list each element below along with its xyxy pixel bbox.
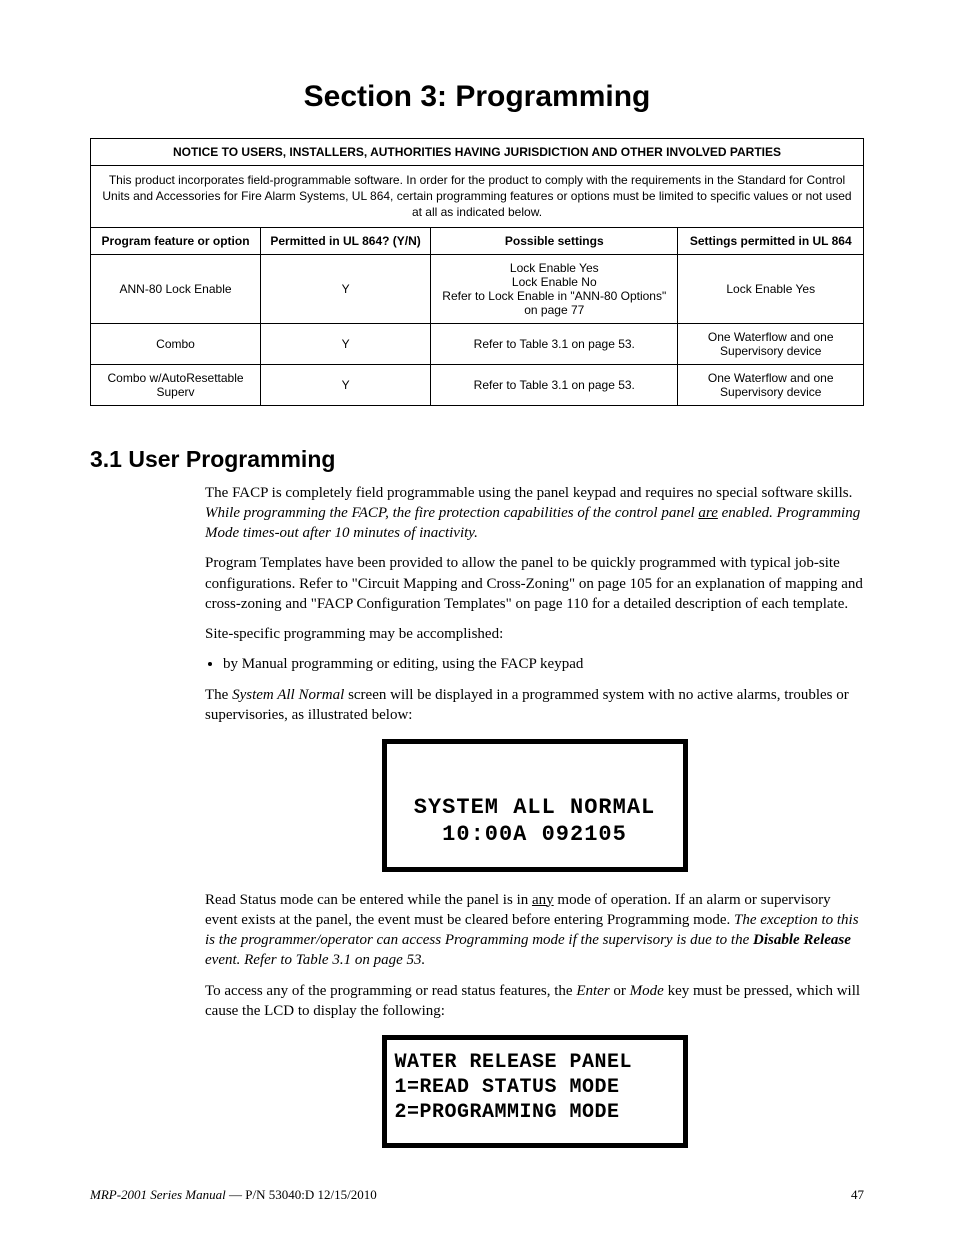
cell-settings: One Waterflow and one Supervisory device — [678, 364, 864, 405]
para-1: The FACP is completely field programmabl… — [205, 483, 864, 544]
text-italic: System All Normal — [232, 687, 344, 703]
table-row: Combo w/AutoResettable Superv Y Refer to… — [91, 364, 864, 405]
text: Read Status mode can be entered while th… — [205, 892, 532, 908]
list-item: by Manual programming or editing, using … — [223, 654, 864, 674]
text-underline: any — [532, 892, 554, 908]
text-italic: Mode — [630, 983, 664, 999]
text: The — [205, 687, 232, 703]
lcd-display-2: WATER RELEASE PANEL 1=READ STATUS MODE 2… — [382, 1035, 688, 1148]
cell-possible: Refer to Table 3.1 on page 53. — [431, 364, 678, 405]
section-title: Section 3: Programming — [90, 80, 864, 114]
para-4: The System All Normal screen will be dis… — [205, 685, 864, 726]
col-permitted: Permitted in UL 864? (Y/N) — [261, 227, 431, 254]
notice-caption: NOTICE TO USERS, INSTALLERS, AUTHORITIES… — [91, 139, 864, 166]
bullet-list: by Manual programming or editing, using … — [205, 654, 864, 674]
para-6: To access any of the programming or read… — [205, 981, 864, 1022]
text-bold-italic: Disable Release — [753, 932, 851, 948]
text-italic: While programming the FACP, the fire pro… — [205, 505, 698, 521]
cell-permitted: Y — [261, 364, 431, 405]
page: Section 3: Programming NOTICE TO USERS, … — [0, 0, 954, 1235]
text: The FACP is completely field programmabl… — [205, 485, 852, 501]
para-3: Site-specific programming may be accompl… — [205, 624, 864, 644]
text: or — [610, 983, 630, 999]
subsection-title: 3.1 User Programming — [90, 446, 864, 473]
manual-title: MRP-2001 Series Manual — [90, 1187, 226, 1202]
para-5: Read Status mode can be entered while th… — [205, 890, 864, 971]
footer-left: MRP-2001 Series Manual — P/N 53040:D 12/… — [90, 1187, 377, 1203]
body-content: The FACP is completely field programmabl… — [205, 483, 864, 1149]
text-underline: are — [698, 505, 717, 521]
table-row: Combo Y Refer to Table 3.1 on page 53. O… — [91, 323, 864, 364]
cell-permitted: Y — [261, 323, 431, 364]
lcd-display-1-wrap: SYSTEM ALL NORMAL 10:00A 092105 — [205, 739, 864, 872]
cell-possible: Lock Enable Yes Lock Enable No Refer to … — [431, 254, 678, 323]
cell-feature: Combo w/AutoResettable Superv — [91, 364, 261, 405]
cell-feature: ANN-80 Lock Enable — [91, 254, 261, 323]
page-number: 47 — [851, 1187, 864, 1203]
lcd-display-2-wrap: WATER RELEASE PANEL 1=READ STATUS MODE 2… — [205, 1035, 864, 1148]
cell-permitted: Y — [261, 254, 431, 323]
col-possible: Possible settings — [431, 227, 678, 254]
cell-settings: One Waterflow and one Supervisory device — [678, 323, 864, 364]
text: To access any of the programming or read… — [205, 983, 576, 999]
page-footer: MRP-2001 Series Manual — P/N 53040:D 12/… — [90, 1187, 864, 1203]
cell-feature: Combo — [91, 323, 261, 364]
para-2: Program Templates have been provided to … — [205, 553, 864, 614]
text-italic: event. Refer to Table 3.1 on page 53. — [205, 952, 425, 968]
text-italic: Enter — [576, 983, 609, 999]
col-settings: Settings permitted in UL 864 — [678, 227, 864, 254]
notice-table: NOTICE TO USERS, INSTALLERS, AUTHORITIES… — [90, 138, 864, 406]
notice-intro: This product incorporates field-programm… — [91, 166, 864, 228]
footer-meta: — P/N 53040:D 12/15/2010 — [226, 1187, 377, 1202]
cell-settings: Lock Enable Yes — [678, 254, 864, 323]
table-row: ANN-80 Lock Enable Y Lock Enable Yes Loc… — [91, 254, 864, 323]
col-feature: Program feature or option — [91, 227, 261, 254]
lcd-display-1: SYSTEM ALL NORMAL 10:00A 092105 — [382, 739, 688, 872]
cell-possible: Refer to Table 3.1 on page 53. — [431, 323, 678, 364]
